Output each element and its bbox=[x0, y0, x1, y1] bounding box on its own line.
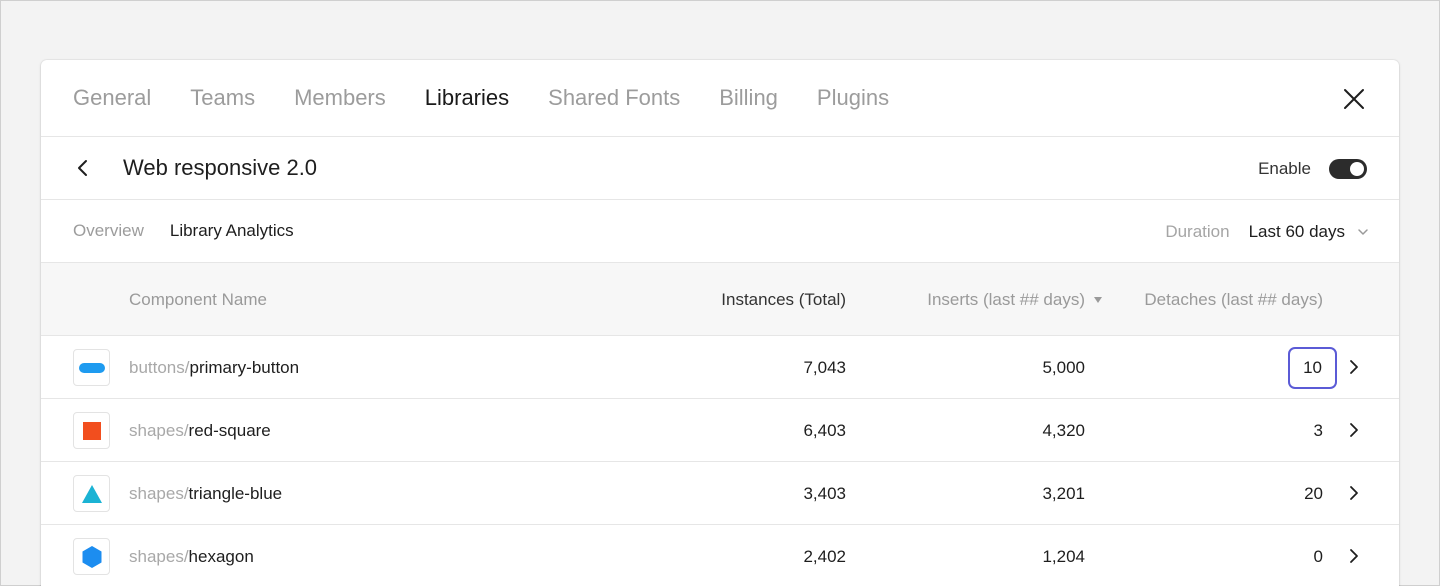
enable-control: Enable bbox=[1258, 137, 1367, 200]
tab-plugins[interactable]: Plugins bbox=[817, 85, 889, 111]
triangle-icon bbox=[81, 484, 102, 503]
enable-toggle[interactable] bbox=[1329, 158, 1367, 179]
header-detaches[interactable]: Detaches (last ## days) bbox=[1144, 263, 1323, 336]
tab-libraries[interactable]: Libraries bbox=[425, 85, 509, 111]
row-expand-button[interactable] bbox=[1345, 358, 1363, 376]
duration-value: Last 60 days bbox=[1248, 221, 1345, 241]
tab-billing[interactable]: Billing bbox=[719, 85, 778, 111]
row-expand-button[interactable] bbox=[1345, 547, 1363, 565]
settings-tabs: General Teams Members Libraries Shared F… bbox=[41, 60, 1399, 137]
header-inserts[interactable]: Inserts (last ## days) bbox=[927, 263, 1103, 336]
component-name: shapes/triangle-blue bbox=[129, 462, 282, 525]
instances-value: 7,043 bbox=[803, 357, 846, 377]
button-pill-icon bbox=[78, 362, 105, 373]
close-button[interactable] bbox=[1341, 86, 1367, 112]
table-header: Component Name Instances (Total) Inserts… bbox=[41, 263, 1399, 336]
row-expand-button[interactable] bbox=[1345, 484, 1363, 502]
tab-teams[interactable]: Teams bbox=[190, 85, 255, 111]
component-prefix: shapes/ bbox=[129, 483, 189, 503]
chevron-right-icon bbox=[1350, 486, 1358, 500]
table-row[interactable]: shapes/hexagon 2,402 1,204 0 bbox=[41, 525, 1399, 586]
chevron-right-icon bbox=[1350, 360, 1358, 374]
component-prefix: shapes/ bbox=[129, 546, 189, 566]
component-prefix: buttons/ bbox=[129, 357, 190, 377]
component-name: shapes/red-square bbox=[129, 399, 271, 462]
inserts-value: 1,204 bbox=[1042, 546, 1085, 566]
component-prefix: shapes/ bbox=[129, 420, 189, 440]
component-thumbnail bbox=[73, 538, 110, 575]
inserts-value: 3,201 bbox=[1042, 483, 1085, 503]
settings-modal: General Teams Members Libraries Shared F… bbox=[41, 60, 1399, 586]
component-thumbnail bbox=[73, 475, 110, 512]
instances-value: 2,402 bbox=[803, 546, 846, 566]
duration-label: Duration bbox=[1165, 221, 1230, 241]
detaches-value: 20 bbox=[1304, 483, 1323, 503]
chevron-left-icon bbox=[78, 160, 87, 176]
inserts-value: 4,320 bbox=[1042, 420, 1085, 440]
chevron-right-icon bbox=[1350, 423, 1358, 437]
detaches-value-highlighted[interactable]: 10 bbox=[1288, 347, 1337, 389]
hexagon-icon bbox=[82, 545, 101, 568]
component-name: buttons/primary-button bbox=[129, 336, 299, 399]
header-component-name: Component Name bbox=[129, 289, 267, 309]
toggle-knob bbox=[1350, 161, 1364, 176]
duration-dropdown[interactable]: Last 60 days bbox=[1249, 222, 1369, 242]
table-row[interactable]: shapes/red-square 6,403 4,320 3 bbox=[41, 399, 1399, 462]
instances-value: 3,403 bbox=[803, 483, 846, 503]
chevron-down-icon bbox=[1358, 228, 1368, 235]
detaches-value: 0 bbox=[1313, 546, 1323, 566]
inserts-value: 5,000 bbox=[1042, 357, 1085, 377]
detaches-value: 3 bbox=[1313, 420, 1323, 440]
close-icon bbox=[1344, 89, 1364, 109]
subtab-library-analytics[interactable]: Library Analytics bbox=[170, 221, 294, 241]
component-base-name: hexagon bbox=[188, 546, 254, 566]
table-row[interactable]: buttons/primary-button 7,043 5,000 10 bbox=[41, 336, 1399, 399]
chevron-right-icon bbox=[1350, 549, 1358, 563]
duration-control: Duration Last 60 days bbox=[1165, 200, 1369, 263]
table-row[interactable]: shapes/triangle-blue 3,403 3,201 20 bbox=[41, 462, 1399, 525]
component-thumbnail bbox=[73, 412, 110, 449]
component-base-name: triangle-blue bbox=[188, 483, 283, 503]
row-expand-button[interactable] bbox=[1345, 421, 1363, 439]
instances-value: 6,403 bbox=[803, 420, 846, 440]
library-header: Web responsive 2.0 Enable bbox=[41, 137, 1399, 200]
back-button[interactable] bbox=[73, 158, 93, 178]
library-subnav: Overview Library Analytics Duration Last… bbox=[41, 200, 1399, 263]
subtab-overview[interactable]: Overview bbox=[73, 221, 144, 241]
sort-desc-icon bbox=[1094, 296, 1102, 303]
enable-label: Enable bbox=[1258, 158, 1311, 178]
tab-general[interactable]: General bbox=[73, 85, 151, 111]
component-thumbnail bbox=[73, 349, 110, 386]
header-instances[interactable]: Instances (Total) bbox=[721, 263, 846, 336]
library-title: Web responsive 2.0 bbox=[123, 155, 318, 180]
component-name: shapes/hexagon bbox=[129, 525, 254, 586]
component-base-name: primary-button bbox=[189, 357, 300, 377]
tab-members[interactable]: Members bbox=[294, 85, 386, 111]
square-icon bbox=[82, 421, 101, 440]
header-inserts-label: Inserts (last ## days) bbox=[927, 289, 1085, 309]
tab-shared-fonts[interactable]: Shared Fonts bbox=[548, 85, 680, 111]
component-base-name: red-square bbox=[188, 420, 271, 440]
